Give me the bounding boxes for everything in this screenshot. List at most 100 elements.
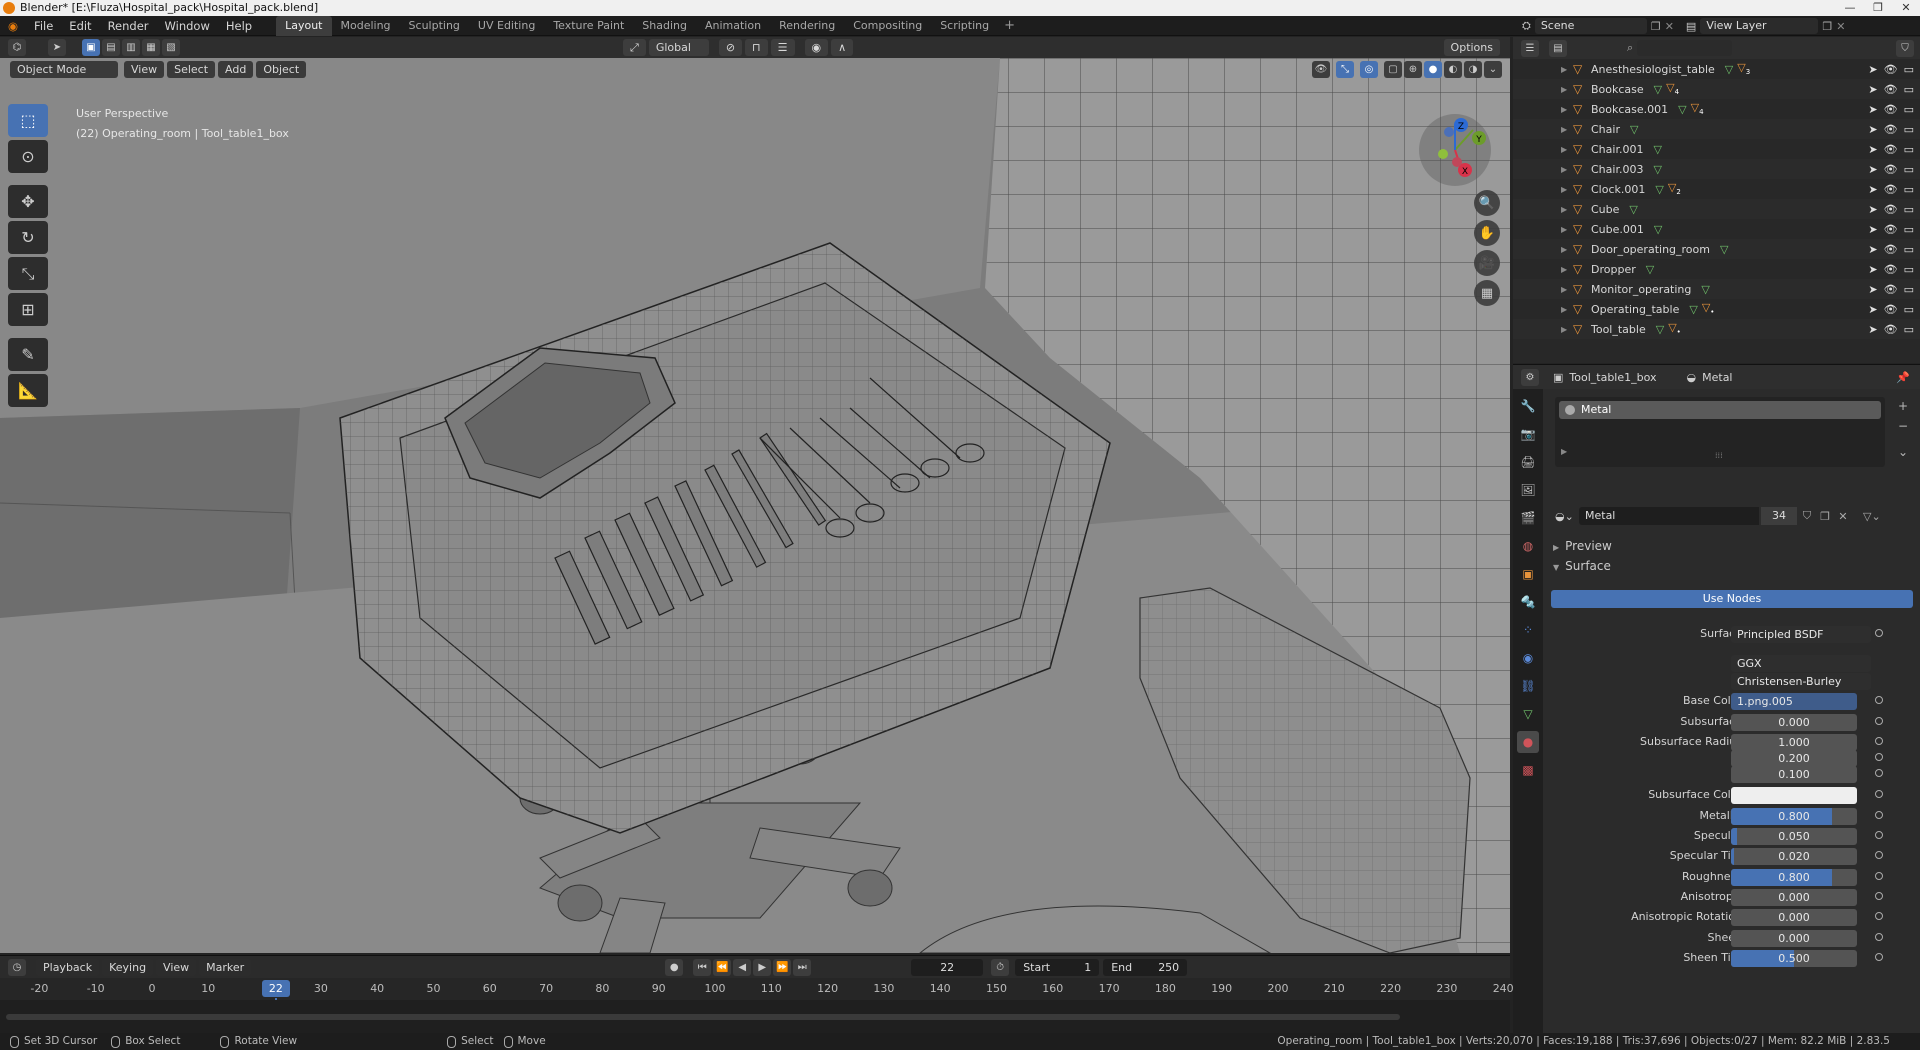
tab-rendering[interactable]: Rendering xyxy=(770,16,844,36)
select-mode-intersect-icon[interactable]: ▧ xyxy=(162,39,180,56)
timeline-menu-view[interactable]: View xyxy=(156,958,197,976)
menu-help[interactable]: Help xyxy=(218,16,260,36)
visibility-eye-icon[interactable]: 👁 xyxy=(1884,323,1898,336)
prev-keyframe-icon[interactable]: ⏪ xyxy=(713,958,732,976)
material-tab-icon[interactable]: ● xyxy=(1517,731,1539,753)
remove-view-layer-icon[interactable]: ✕ xyxy=(1836,20,1845,33)
selectable-icon[interactable]: ➤ xyxy=(1868,123,1877,136)
timeline-menu-keying[interactable]: Keying xyxy=(102,958,154,976)
visibility-eye-icon[interactable]: 👁 xyxy=(1884,283,1898,296)
outliner-item[interactable]: ▶ ▽ Clock.001 ▽ ▽2 ➤ 👁 ▭ xyxy=(1513,179,1920,199)
view-layer-tab-icon[interactable]: 🖼 xyxy=(1517,479,1539,501)
property-field[interactable]: 0.500 xyxy=(1731,950,1857,967)
ortho-toggle-icon[interactable]: ▦ xyxy=(1474,280,1500,306)
viewport-menu-object[interactable]: Object xyxy=(256,60,307,78)
jump-start-icon[interactable]: ⏮ xyxy=(693,958,712,976)
add-workspace-icon[interactable]: + xyxy=(998,18,1021,33)
mesh-data-icon[interactable]: ▽ xyxy=(1654,83,1662,96)
selectable-icon[interactable]: ➤ xyxy=(1868,63,1877,76)
play-icon[interactable]: ▶ xyxy=(753,958,772,976)
mesh-data-icon[interactable]: ▽ xyxy=(1725,63,1733,76)
property-field[interactable]: 0.000 xyxy=(1731,930,1857,947)
scene-tab-icon[interactable]: 🎬 xyxy=(1517,507,1539,529)
scene-icon[interactable]: ⛭ xyxy=(1522,19,1531,33)
socket-dot-icon[interactable] xyxy=(1875,831,1883,839)
render-toggle-icon[interactable]: ▭ xyxy=(1904,283,1914,296)
material-data-icon[interactable]: ▽• xyxy=(1702,301,1715,316)
texture-tab-icon[interactable]: ▩ xyxy=(1517,759,1539,781)
list-expand-icon[interactable]: ▶ xyxy=(1561,447,1567,456)
move-tool-icon[interactable]: ✥ xyxy=(8,185,48,218)
outliner-item[interactable]: ▶ ▽ Door_operating_room ▽ ➤ 👁 ▭ xyxy=(1513,239,1920,259)
visibility-eye-icon[interactable]: 👁 xyxy=(1884,203,1898,216)
particles-tab-icon[interactable]: ⁘ xyxy=(1517,619,1539,641)
property-field[interactable]: 0.000 xyxy=(1731,909,1857,926)
overlay-toggle-icon[interactable]: ◎ xyxy=(1360,60,1378,78)
timeline-ruler[interactable]: -20 -10 0 10 22 30 40 50 60 70 80 90 100 110 120 130 140… xyxy=(0,978,1514,1034)
outliner-item[interactable]: ▶ ▽ Cube ▽ ➤ 👁 ▭ xyxy=(1513,199,1920,219)
outliner-item[interactable]: ▶ ▽ Cube.001 ▽ ➤ 👁 ▭ xyxy=(1513,219,1920,239)
link-type-icon[interactable]: ▽⌄ xyxy=(1863,510,1881,523)
mesh-data-icon[interactable]: ▽ xyxy=(1678,103,1686,116)
navigation-gizmo[interactable]: Z Y X xyxy=(1415,110,1495,190)
socket-dot-icon[interactable] xyxy=(1875,933,1883,941)
select-mode-extend-icon[interactable]: ▤ xyxy=(102,39,120,56)
mesh-data-icon[interactable]: ▽ xyxy=(1655,183,1663,196)
outliner-item[interactable]: ▶ ▽ Chair.003 ▽ ➤ 👁 ▭ xyxy=(1513,159,1920,179)
property-field[interactable]: Christensen-Burley xyxy=(1731,673,1871,690)
start-frame-field[interactable]: Start 1 xyxy=(1015,958,1100,976)
timeline-scrollbar[interactable] xyxy=(6,1014,1400,1020)
expand-arrow-icon[interactable]: ▶ xyxy=(1561,325,1573,334)
new-scene-icon[interactable]: ❐ xyxy=(1651,20,1661,33)
unlink-material-icon[interactable]: ✕ xyxy=(1835,510,1851,523)
expand-arrow-icon[interactable]: ▶ xyxy=(1561,125,1573,134)
visibility-icon[interactable]: 👁 xyxy=(1312,60,1330,78)
expand-arrow-icon[interactable]: ▶ xyxy=(1561,85,1573,94)
material-slot[interactable]: Metal xyxy=(1559,401,1881,419)
socket-dot-icon[interactable] xyxy=(1875,851,1883,859)
material-browse-icon[interactable]: ◒⌄ xyxy=(1555,510,1577,523)
snap-target-icon[interactable]: ☰ xyxy=(770,39,795,56)
tab-sculpting[interactable]: Sculpting xyxy=(400,16,469,36)
render-toggle-icon[interactable]: ▭ xyxy=(1904,63,1914,76)
options-dropdown[interactable]: Options xyxy=(1443,39,1500,56)
blender-menu-icon[interactable]: ◉ xyxy=(0,16,26,36)
expand-arrow-icon[interactable]: ▶ xyxy=(1561,205,1573,214)
tab-compositing[interactable]: Compositing xyxy=(844,16,931,36)
record-icon[interactable]: ● xyxy=(665,958,684,976)
xray-toggle-icon[interactable]: ▢ xyxy=(1384,60,1402,78)
play-reverse-icon[interactable]: ◀ xyxy=(733,958,752,976)
menu-edit[interactable]: Edit xyxy=(61,16,99,36)
socket-dot-icon[interactable] xyxy=(1875,769,1883,777)
material-data-icon[interactable]: ▽4 xyxy=(1691,101,1704,116)
view-layer-icon[interactable]: ▤ xyxy=(1686,20,1696,33)
socket-dot-icon[interactable] xyxy=(1875,790,1883,798)
end-frame-field[interactable]: End 250 xyxy=(1103,958,1188,976)
object-tab-icon[interactable]: ▣ xyxy=(1517,563,1539,585)
material-data-icon[interactable]: ▽4 xyxy=(1666,81,1679,96)
falloff-icon[interactable]: ∧ xyxy=(831,39,854,56)
outliner-item[interactable]: ▶ ▽ Bookcase ▽ ▽4 ➤ 👁 ▭ xyxy=(1513,79,1920,99)
mesh-data-icon[interactable]: ▽ xyxy=(1654,223,1662,236)
mesh-data-icon[interactable]: ▽ xyxy=(1653,163,1661,176)
selectable-icon[interactable]: ➤ xyxy=(1868,223,1877,236)
socket-dot-icon[interactable] xyxy=(1875,737,1883,745)
property-field[interactable]: 0.050 xyxy=(1731,828,1857,845)
render-toggle-icon[interactable]: ▭ xyxy=(1904,263,1914,276)
transform-tool-icon[interactable]: ⊞ xyxy=(8,293,48,326)
property-field[interactable]: 0.000 xyxy=(1731,714,1857,731)
property-field[interactable]: 0.800 xyxy=(1731,869,1857,886)
menu-render[interactable]: Render xyxy=(100,16,157,36)
tab-shading[interactable]: Shading xyxy=(633,16,696,36)
rotate-tool-icon[interactable]: ↻ xyxy=(8,221,48,254)
socket-dot-icon[interactable] xyxy=(1875,629,1883,637)
render-toggle-icon[interactable]: ▭ xyxy=(1904,323,1914,336)
socket-dot-icon[interactable] xyxy=(1875,912,1883,920)
render-toggle-icon[interactable]: ▭ xyxy=(1904,163,1914,176)
current-frame-field[interactable]: 22 xyxy=(911,958,984,976)
selectable-icon[interactable]: ➤ xyxy=(1868,283,1877,296)
proportional-icon[interactable]: ◉ xyxy=(804,39,829,56)
camera-view-icon[interactable]: 🎥 xyxy=(1474,250,1500,276)
outliner-editor-type-icon[interactable]: ☰ xyxy=(1521,39,1539,57)
socket-dot-icon[interactable] xyxy=(1875,717,1883,725)
